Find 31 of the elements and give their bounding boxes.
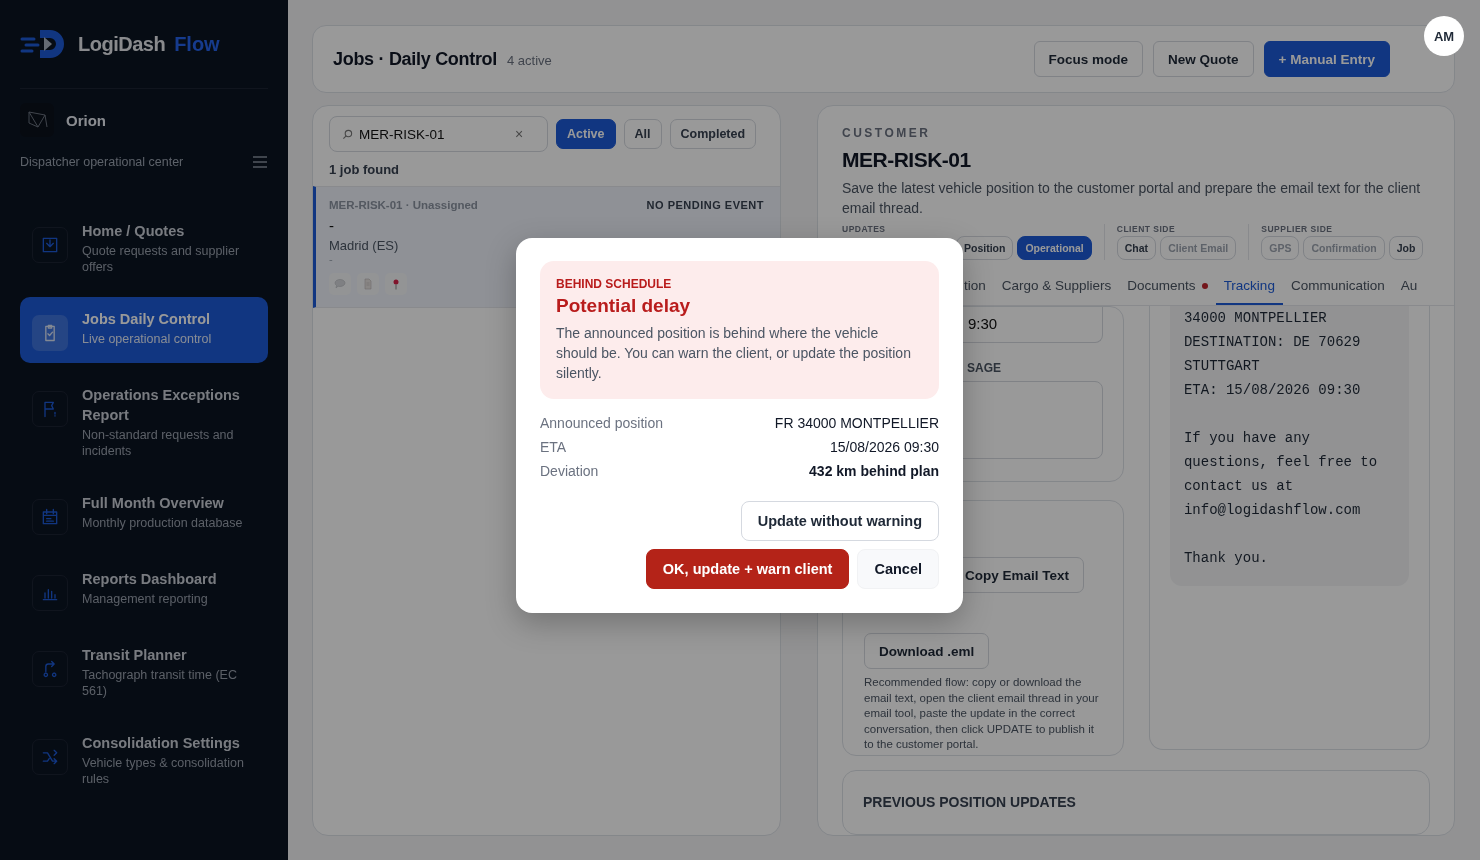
detail-value: FR 34000 MONTPELLIER bbox=[774, 415, 939, 431]
group-label: UPDATES bbox=[842, 224, 887, 234]
group-label: CLIENT SIDE bbox=[1116, 224, 1177, 234]
detail-label: Announced position bbox=[540, 415, 663, 431]
result-count: 1 job found bbox=[328, 161, 401, 179]
group-label: SUPPLIER SIDE bbox=[1261, 224, 1334, 234]
flow-note: Recommended flow: copy or download the email text, open the client email thread in your email tool, paste the update in the correct conversation, then click UPDATE to publish it to the customer portal. bbox=[864, 675, 1100, 752]
job-reference: MER-RISK-01 · Unassigned bbox=[329, 199, 478, 211]
history-title: PREVIOUS POSITION UPDATES bbox=[863, 794, 1076, 810]
job-status: NO PENDING EVENT bbox=[646, 199, 764, 211]
section-kicker: CUSTOMER bbox=[842, 126, 932, 140]
email-preview: 34000 MONTPELLIER DESTINATION: DE 70629 STUTTGART ETA: 15/08/2026 09:30 If you have any questions, feel free to contact us at info@logidashflow.com Thank you. bbox=[1169, 306, 1409, 586]
dialog-title: Potential delay bbox=[556, 295, 692, 317]
logo-accent-text: Flow bbox=[174, 32, 220, 56]
detail-value: 15/08/2026 09:30 bbox=[830, 439, 939, 455]
page-title: Jobs · Daily Control bbox=[333, 48, 498, 70]
alert-kicker: BEHIND SCHEDULE bbox=[556, 277, 673, 291]
job-origin: Madrid (ES) bbox=[329, 238, 400, 253]
field-label: SAGE bbox=[967, 361, 1002, 375]
detail-label: Deviation bbox=[540, 463, 599, 479]
detail-label: ETA bbox=[540, 439, 567, 455]
job-detail: - bbox=[329, 253, 334, 265]
workspace-subtitle: Dispatcher operational center bbox=[20, 155, 184, 169]
job-route: - bbox=[329, 217, 335, 234]
logo-text: LogiDash bbox=[78, 32, 166, 56]
customer-description: Save the latest vehicle position to the customer portal and prepare the email text for the client email thread. bbox=[842, 179, 1422, 218]
detail-value: 432 km behind plan bbox=[809, 463, 939, 479]
dialog-message: The announced position is behind where the vehicle should be. You can warn the client, or update the position silently. bbox=[556, 324, 912, 383]
active-count: 4 active bbox=[507, 53, 552, 68]
workspace-name: Orion bbox=[66, 111, 106, 129]
customer-title: MER-RISK-01 bbox=[842, 148, 972, 172]
